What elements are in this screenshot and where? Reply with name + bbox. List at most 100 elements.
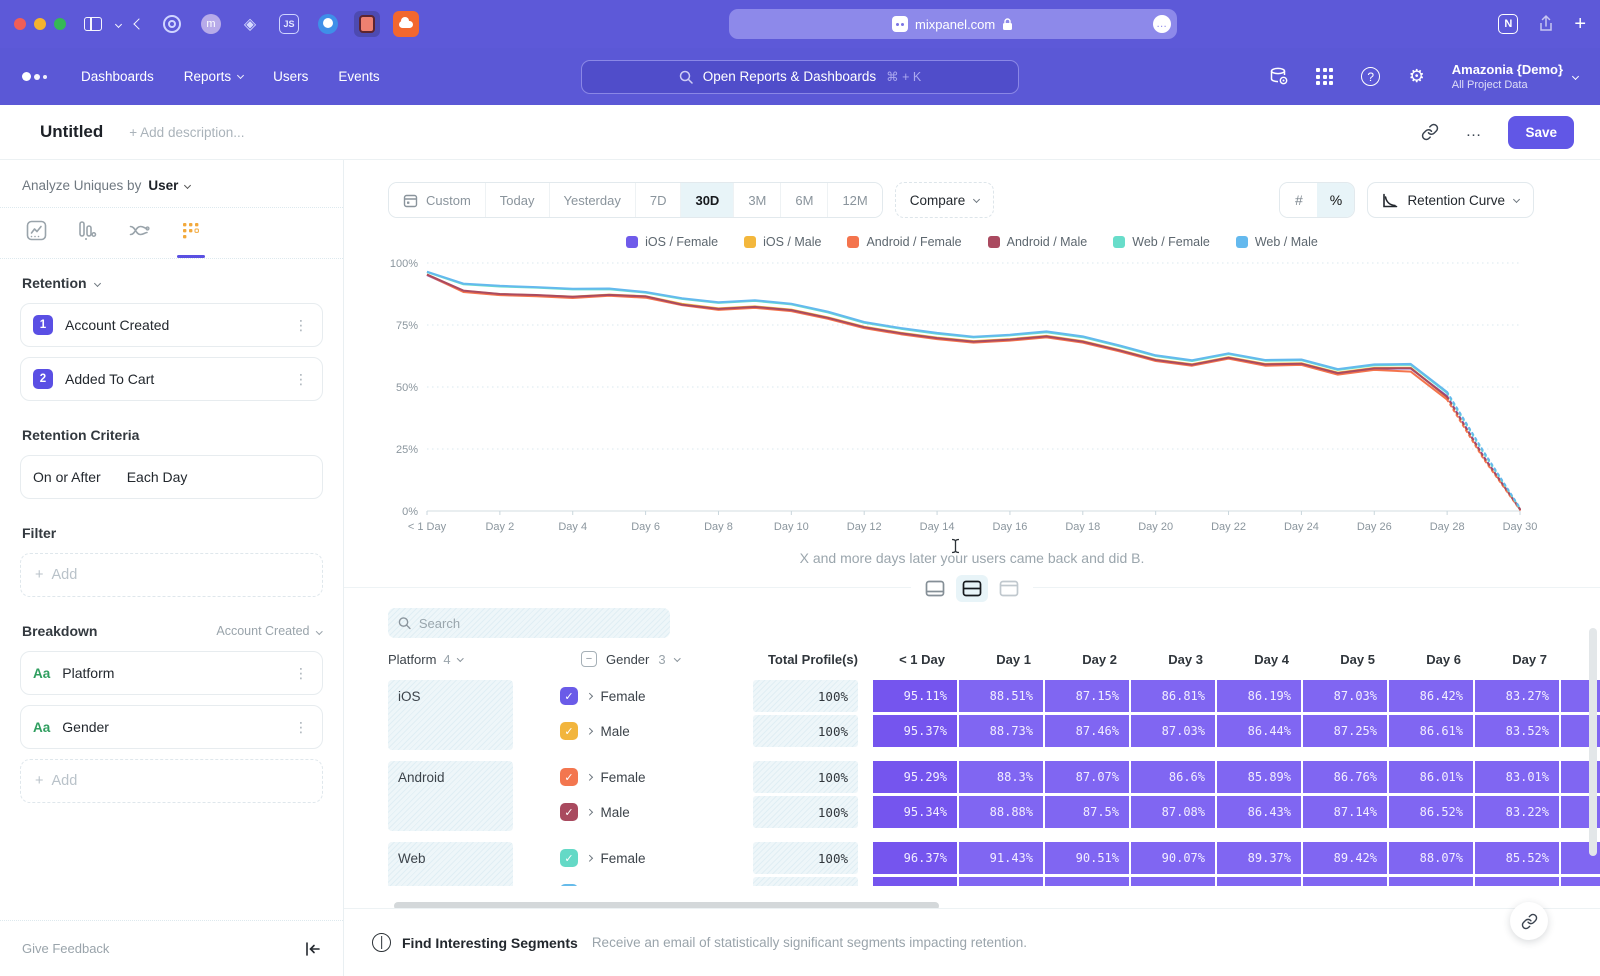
range-today[interactable]: Today (486, 183, 550, 217)
kebab-menu-icon[interactable]: ⋮ (292, 719, 310, 736)
vertical-scrollbar[interactable] (1589, 628, 1597, 856)
select-all-checkbox[interactable]: − (581, 651, 597, 667)
tab-funnels[interactable] (77, 220, 98, 258)
browser-sidebar-icon[interactable] (84, 17, 102, 31)
retention-section-header[interactable]: Retention (20, 259, 323, 303)
help-icon[interactable]: ? (1360, 66, 1382, 88)
mixpanel-logo[interactable] (22, 72, 47, 81)
breakdown-platform[interactable]: Aa Platform ⋮ (20, 651, 323, 695)
notion-extension-icon[interactable]: N (1498, 14, 1518, 34)
minimize-window-button[interactable] (34, 18, 46, 30)
add-filter-button[interactable]: +Add (20, 553, 323, 597)
save-button[interactable]: Save (1508, 116, 1574, 149)
series-checkbox[interactable]: ✓ (560, 722, 578, 740)
day-column-header[interactable]: < 1 Day (873, 652, 957, 667)
range-7d[interactable]: 7D (636, 183, 682, 217)
expand-row-icon[interactable] (586, 774, 592, 780)
report-title[interactable]: Untitled (40, 122, 103, 142)
count-toggle-button[interactable]: # (1280, 183, 1317, 217)
expand-row-icon[interactable] (586, 809, 592, 815)
kebab-menu-icon[interactable]: ⋮ (292, 317, 310, 334)
series-checkbox[interactable]: ✓ (560, 803, 578, 821)
kebab-menu-icon[interactable]: ⋮ (292, 665, 310, 682)
breakdown-gender[interactable]: Aa Gender ⋮ (20, 705, 323, 749)
range-12m[interactable]: 12M (828, 183, 881, 217)
percent-toggle-button[interactable]: % (1317, 183, 1354, 217)
data-management-icon[interactable] (1268, 66, 1290, 88)
series-checkbox[interactable]: ✓ (560, 687, 578, 705)
target-extension-icon[interactable] (159, 11, 185, 37)
collapse-sidebar-icon[interactable] (305, 942, 321, 956)
nav-item-events[interactable]: Events (338, 69, 379, 84)
compare-button[interactable]: Compare (895, 182, 995, 218)
zoom-window-button[interactable] (54, 18, 66, 30)
range-yesterday[interactable]: Yesterday (550, 183, 636, 217)
report-description-placeholder[interactable]: + Add description... (129, 125, 244, 140)
day-column-header[interactable]: Day 1 (959, 652, 1043, 667)
criteria-interval[interactable]: Each Day (127, 469, 188, 485)
expand-row-icon[interactable] (586, 693, 592, 699)
add-breakdown-button[interactable]: +Add (20, 759, 323, 803)
range-6m[interactable]: 6M (781, 183, 828, 217)
criteria-operator[interactable]: On or After (33, 469, 101, 485)
expand-row-icon[interactable] (586, 855, 592, 861)
range-custom[interactable]: Custom (389, 183, 486, 217)
day-column-header[interactable]: Day 7 (1475, 652, 1559, 667)
url-bar[interactable]: mixpanel.com … (729, 9, 1177, 39)
avatar-extension-icon[interactable]: m (198, 11, 224, 37)
analyze-entity-selector[interactable]: User (148, 178, 190, 193)
layout-split-button[interactable] (956, 575, 988, 602)
legend-item[interactable]: Web / Female (1113, 235, 1210, 249)
table-search-input[interactable] (419, 616, 660, 631)
account-switcher[interactable]: Amazonia {Demo} All Project Data (1452, 62, 1578, 91)
day-column-header[interactable]: Day 4 (1217, 652, 1301, 667)
day-column-header[interactable]: Day 5 (1303, 652, 1387, 667)
day-column-header[interactable]: Day 3 (1131, 652, 1215, 667)
nav-item-reports[interactable]: Reports (184, 69, 243, 84)
legend-item[interactable]: iOS / Female (626, 235, 718, 249)
retention-step-1[interactable]: 1 Account Created ⋮ (20, 303, 323, 347)
legend-item[interactable]: iOS / Male (744, 235, 821, 249)
series-checkbox[interactable]: ✓ (560, 768, 578, 786)
retention-step-2[interactable]: 2 Added To Cart ⋮ (20, 357, 323, 401)
breakdown-event-selector[interactable]: Account Created (216, 624, 321, 638)
nav-item-users[interactable]: Users (273, 69, 308, 84)
tab-retention[interactable] (180, 220, 201, 258)
retention-chart[interactable]: 0%25%50%75%100%< 1 DayDay 2Day 4Day 6Day… (388, 253, 1568, 538)
red-app-extension-icon[interactable] (354, 11, 380, 37)
platform-column-header[interactable]: Platform 4 (388, 652, 513, 667)
url-more-icon[interactable]: … (1153, 15, 1171, 33)
js-extension-icon[interactable]: JS (276, 11, 302, 37)
global-search-button[interactable]: Open Reports & Dashboards ⌘ + K (581, 60, 1019, 94)
total-profiles-column-header[interactable]: Total Profile(s) (753, 652, 858, 667)
copy-link-icon[interactable] (1421, 123, 1439, 141)
series-checkbox[interactable]: ✓ (560, 884, 578, 886)
apps-grid-icon[interactable] (1314, 66, 1336, 88)
segments-title[interactable]: Find Interesting Segments (402, 935, 578, 951)
chart-type-selector[interactable]: Retention Curve (1367, 182, 1534, 218)
share-icon[interactable] (1538, 15, 1554, 33)
cloud-extension-icon[interactable] (393, 11, 419, 37)
table-search[interactable] (388, 608, 670, 638)
legend-item[interactable]: Web / Male (1236, 235, 1318, 249)
share-link-fab[interactable] (1510, 902, 1548, 940)
expand-row-icon[interactable] (586, 728, 592, 734)
settings-gear-icon[interactable]: ⚙ (1406, 66, 1428, 88)
more-options-icon[interactable]: … (1465, 123, 1482, 141)
close-window-button[interactable] (14, 18, 26, 30)
tab-flows[interactable] (128, 220, 150, 258)
layout-chart-only-button[interactable] (919, 575, 951, 602)
day-column-header[interactable]: Day 2 (1045, 652, 1129, 667)
back-icon[interactable] (133, 18, 144, 29)
tab-insights[interactable] (26, 220, 47, 258)
series-checkbox[interactable]: ✓ (560, 849, 578, 867)
range-3m[interactable]: 3M (734, 183, 781, 217)
layout-table-only-button[interactable] (993, 575, 1025, 602)
chevron-down-icon[interactable] (115, 20, 122, 27)
range-30d[interactable]: 30D (681, 183, 734, 217)
day-column-header[interactable]: Day 6 (1389, 652, 1473, 667)
give-feedback-link[interactable]: Give Feedback (22, 941, 109, 956)
legend-item[interactable]: Android / Male (988, 235, 1088, 249)
cube-extension-icon[interactable]: ◈ (237, 11, 263, 37)
browser-bird-extension-icon[interactable] (315, 11, 341, 37)
